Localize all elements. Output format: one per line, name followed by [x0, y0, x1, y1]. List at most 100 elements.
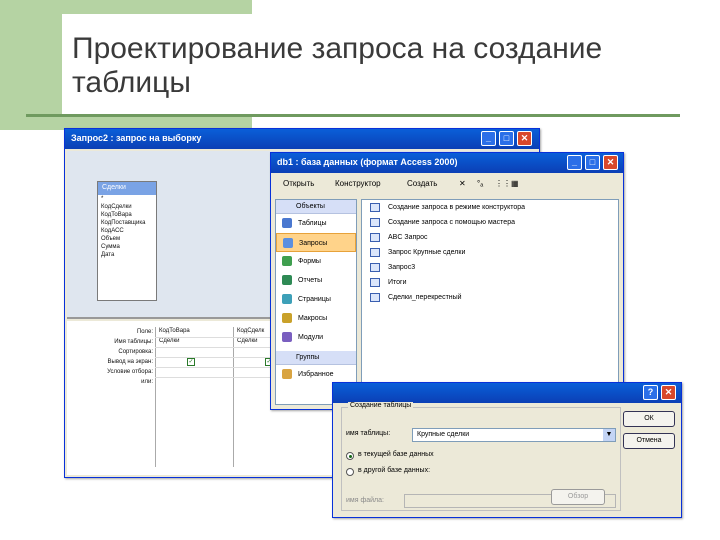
close-icon[interactable]: ✕: [603, 155, 618, 170]
query-label: Запрос3: [388, 264, 416, 271]
field-list-item[interactable]: *: [98, 195, 156, 203]
grid-row-label: Сортировка:: [118, 349, 153, 355]
object-label: Таблицы: [298, 220, 327, 227]
object-item-0[interactable]: Таблицы: [276, 214, 356, 233]
query-list-item[interactable]: Сделки_перекрестный: [362, 290, 618, 305]
field-list-item[interactable]: КодТоВара: [98, 211, 156, 219]
object-label: Отчеты: [298, 277, 323, 284]
details-icon[interactable]: ▦: [511, 179, 519, 188]
ok-button[interactable]: ОК: [623, 411, 675, 427]
query-list-item[interactable]: Запрос3: [362, 260, 618, 275]
table-name-combobox[interactable]: Крупные сделки ▼: [412, 428, 616, 442]
grid-row-label: Вывод на экран:: [107, 359, 153, 365]
create-table-dialog[interactable]: ? ✕ Создание таблицы имя таблицы: Крупны…: [332, 382, 682, 518]
group-label: Избранное: [298, 371, 334, 378]
db-toolbar: Открыть Конструктор Создать ✕ °ₐ ⋮⋮ ▦: [273, 175, 621, 195]
grid-column-divider: [155, 327, 156, 467]
object-label: Страницы: [298, 296, 331, 303]
query-icon: [370, 233, 380, 242]
delete-icon[interactable]: ✕: [459, 179, 466, 188]
field-list-item[interactable]: КодПоставщика: [98, 219, 156, 227]
field-list-item[interactable]: Сумма: [98, 243, 156, 251]
object-item-4[interactable]: Страницы: [276, 290, 356, 309]
field-list: * КодСделки КодТоВара КодПоставщика КодАСС Об…: [98, 195, 156, 259]
objects-panel: Объекты Таблицы Запросы Формы Отчеты Страниц…: [275, 199, 357, 405]
query-label: Запрос Крупные сделки: [388, 249, 466, 256]
maximize-icon[interactable]: □: [499, 131, 514, 146]
minimize-icon[interactable]: _: [481, 131, 496, 146]
current-db-radio[interactable]: [346, 452, 354, 460]
object-label: Формы: [298, 258, 321, 265]
field-list-item[interactable]: КодАСС: [98, 227, 156, 235]
title-divider: [26, 114, 680, 117]
groups-header[interactable]: Группы: [276, 351, 356, 365]
object-item-6[interactable]: Модули: [276, 328, 356, 347]
query-label: Создание запроса с помощью мастера: [388, 219, 515, 226]
list-icon[interactable]: ⋮⋮: [495, 179, 511, 188]
query-list-item[interactable]: Запрос Крупные сделки: [362, 245, 618, 260]
form-icon: [282, 256, 292, 266]
slide-title-box: Проектирование запроса на создание табли…: [62, 14, 678, 116]
objects-header[interactable]: Объекты: [276, 200, 356, 214]
grid-table-cell[interactable]: Сделки: [237, 338, 257, 344]
query-icon: [370, 248, 380, 257]
object-label: Запросы: [299, 240, 328, 247]
field-list-item[interactable]: КодСделки: [98, 203, 156, 211]
object-item-1[interactable]: Запросы: [276, 233, 356, 252]
page-icon: [282, 294, 292, 304]
query-label: Итоги: [388, 279, 407, 286]
dialog-titlebar[interactable]: [333, 383, 681, 403]
close-icon[interactable]: ✕: [517, 131, 532, 146]
query-icon: [370, 293, 380, 302]
grid-field-cell[interactable]: КодСделк: [237, 328, 264, 334]
open-button[interactable]: Открыть: [283, 179, 314, 188]
grid-row-label: Имя таблицы:: [114, 339, 153, 345]
query-list-item[interactable]: Создание запроса с помощью мастера: [362, 215, 618, 230]
field-list-title: Сделки: [98, 182, 156, 195]
file-name-label: имя файла:: [346, 497, 384, 504]
grid-field-cell[interactable]: КодТоВара: [159, 328, 190, 334]
module-icon: [282, 332, 292, 342]
database-window[interactable]: db1 : база данных (формат Access 2000) _…: [270, 152, 624, 410]
minimize-icon[interactable]: _: [567, 155, 582, 170]
query-list-item[interactable]: ABC Запрос: [362, 230, 618, 245]
cancel-button[interactable]: Отмена: [623, 433, 675, 449]
slide-title-line2: таблицы: [72, 66, 191, 99]
query-list-item[interactable]: Создание запроса в режиме конструктора: [362, 200, 618, 215]
chevron-down-icon[interactable]: ▼: [603, 429, 615, 441]
table-icon: [282, 218, 292, 228]
grid-column-divider: [233, 327, 234, 467]
grid-row-label: Условие отбора:: [107, 369, 153, 375]
new-button[interactable]: Создать: [407, 179, 437, 188]
other-db-radio[interactable]: [346, 468, 354, 476]
field-list-item[interactable]: Объем: [98, 235, 156, 243]
group-legend: Создание таблицы: [348, 402, 414, 409]
close-icon[interactable]: ✕: [661, 385, 676, 400]
query-icon: [370, 203, 380, 212]
large-icons-icon[interactable]: °ₐ: [477, 179, 483, 188]
object-item-3[interactable]: Отчеты: [276, 271, 356, 290]
grid-table-cell[interactable]: Сделки: [159, 338, 179, 344]
help-icon[interactable]: ?: [643, 385, 658, 400]
favorites-icon: [282, 369, 292, 379]
query-window-titlebar[interactable]: Запрос2 : запрос на выборку: [65, 129, 539, 149]
table-name-label: имя таблицы:: [346, 430, 391, 437]
design-button[interactable]: Конструктор: [335, 179, 381, 188]
maximize-icon[interactable]: □: [585, 155, 600, 170]
object-item-5[interactable]: Макросы: [276, 309, 356, 328]
queries-list-panel: Создание запроса в режиме конструктора Со…: [361, 199, 619, 405]
field-list-box[interactable]: Сделки * КодСделки КодТоВара КодПоставщика К…: [97, 181, 157, 301]
queries-list: Создание запроса в режиме конструктора Со…: [362, 200, 618, 305]
grid-row-label: или:: [141, 379, 153, 385]
object-label: Модули: [298, 334, 324, 341]
browse-button[interactable]: Обзор: [551, 489, 605, 505]
object-item-2[interactable]: Формы: [276, 252, 356, 271]
object-label: Макросы: [298, 315, 328, 322]
current-db-label: в текущей базе данных: [358, 451, 434, 458]
table-name-value: Крупные сделки: [417, 431, 470, 438]
show-checkbox[interactable]: ✓: [187, 358, 195, 366]
report-icon: [282, 275, 292, 285]
query-icon: [370, 263, 380, 272]
field-list-item[interactable]: Дата: [98, 251, 156, 259]
query-list-item[interactable]: Итоги: [362, 275, 618, 290]
